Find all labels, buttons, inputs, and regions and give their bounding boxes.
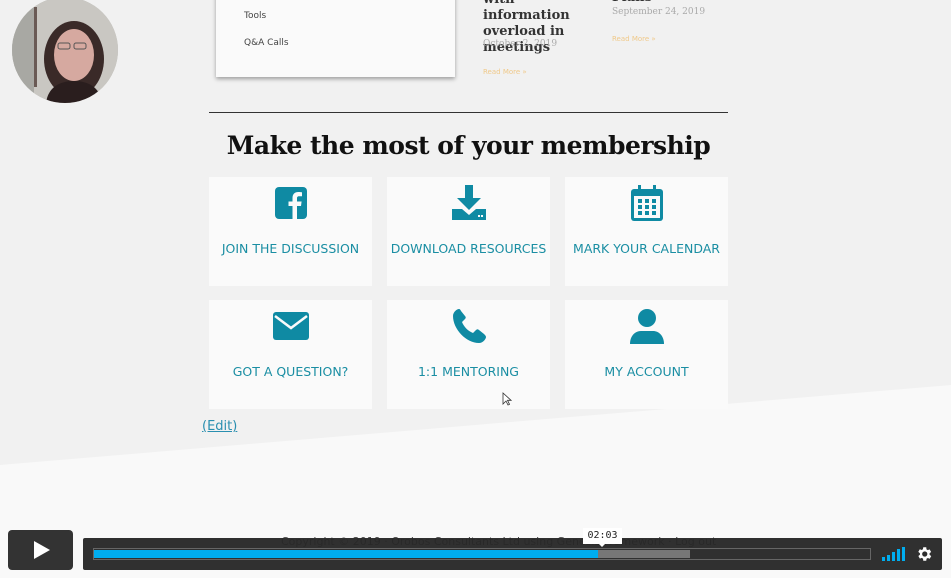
play-icon — [33, 541, 50, 559]
post-title-line: overload in — [483, 24, 565, 39]
calendar-icon — [630, 185, 663, 221]
volume-control[interactable] — [882, 547, 906, 561]
presenter-video-icon — [12, 0, 118, 103]
tile-label: GOT A QUESTION? — [232, 364, 349, 379]
progress-played — [94, 550, 599, 558]
download-icon — [451, 185, 486, 220]
menu-item-qa-calls[interactable]: Q&A Calls — [244, 38, 289, 48]
tile-label: 1:1 MENTORING — [417, 364, 519, 379]
envelope-icon — [272, 312, 309, 340]
post-title[interactable]: Plans — [612, 0, 652, 5]
volume-bar — [902, 547, 905, 561]
background-diagonal — [0, 385, 951, 578]
section-divider — [209, 112, 728, 113]
hover-time-tooltip: 02:03 — [583, 528, 622, 547]
volume-bar — [892, 552, 895, 561]
tile-label: MY ACCOUNT — [604, 364, 689, 379]
settings-gear-icon[interactable] — [915, 545, 933, 563]
tile-label: JOIN THE DISCUSSION — [221, 241, 360, 256]
webcam-overlay — [12, 0, 118, 103]
tile-my-account[interactable]: MY ACCOUNT — [565, 300, 728, 409]
menu-item-tools[interactable]: Tools — [244, 11, 266, 21]
volume-bar — [887, 555, 890, 561]
tile-got-question[interactable]: GOT A QUESTION? — [209, 300, 372, 409]
post-title-line: with information — [483, 0, 570, 23]
facebook-icon — [274, 187, 307, 219]
tile-join-discussion[interactable]: JOIN THE DISCUSSION — [209, 177, 372, 286]
volume-bar — [882, 557, 885, 561]
volume-bar — [897, 549, 900, 561]
edit-link[interactable]: (Edit) — [202, 419, 237, 434]
tile-label: DOWNLOAD RESOURCES — [390, 241, 547, 256]
dropdown-menu: Tools Q&A Calls — [216, 0, 455, 77]
read-more-link[interactable]: Read More » — [483, 68, 527, 76]
tile-mentoring[interactable]: 1:1 MENTORING — [387, 300, 550, 409]
read-more-link[interactable]: Read More » — [612, 35, 656, 43]
play-button[interactable] — [8, 530, 73, 570]
tile-download-resources[interactable]: DOWNLOAD RESOURCES — [387, 177, 550, 286]
post-date: October 2, 2019 — [483, 39, 558, 49]
section-title: Make the most of your membership — [226, 131, 711, 160]
user-icon — [629, 309, 664, 344]
tile-mark-calendar[interactable]: MARK YOUR CALENDAR — [565, 177, 728, 286]
tile-label: MARK YOUR CALENDAR — [573, 241, 720, 256]
post-date: September 24, 2019 — [612, 7, 706, 17]
progress-scrubber[interactable] — [93, 548, 871, 560]
player-control-bar — [83, 538, 942, 570]
phone-icon — [452, 309, 486, 343]
mouse-cursor-icon — [502, 392, 512, 406]
